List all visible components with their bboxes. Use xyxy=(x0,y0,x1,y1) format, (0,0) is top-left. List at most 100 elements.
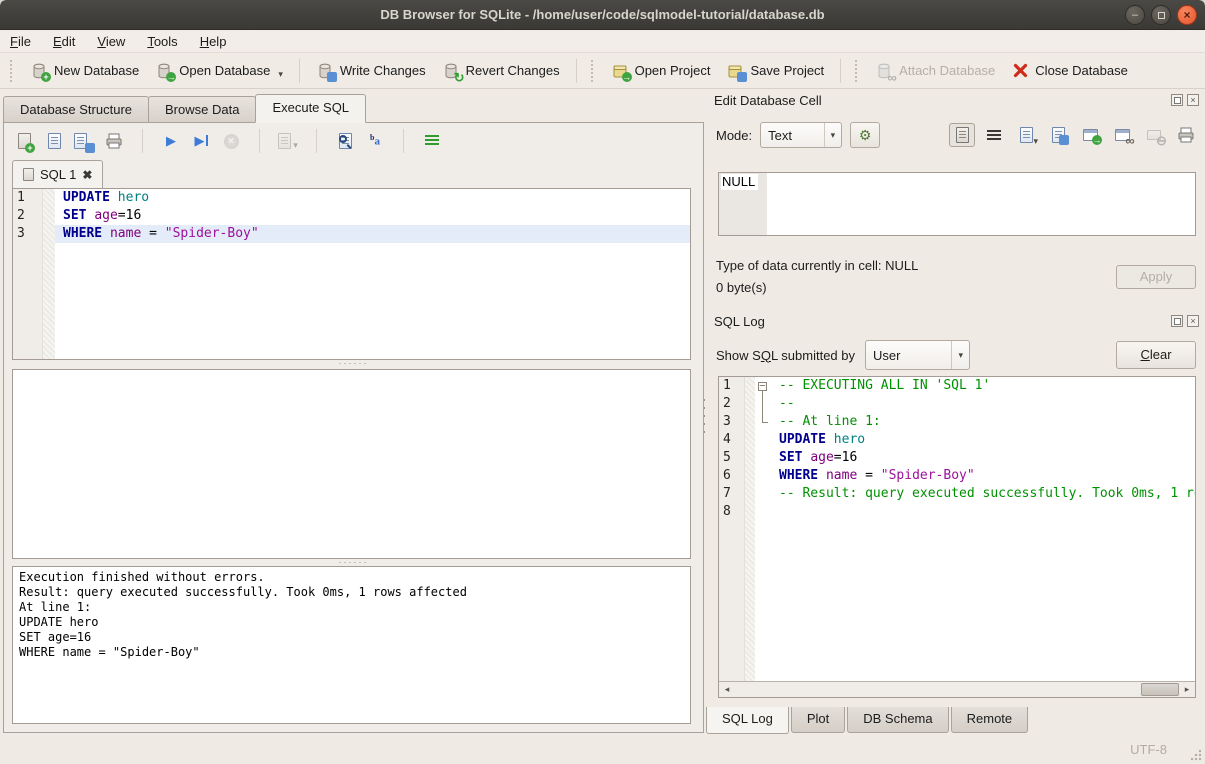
menu-view[interactable]: View xyxy=(97,34,125,49)
toolbar-handle[interactable] xyxy=(591,60,597,82)
code-line: 1UPDATE hero xyxy=(13,189,690,207)
edit-cell-title: Edit Database Cell xyxy=(714,93,822,108)
open-sql-file-icon[interactable] xyxy=(44,131,64,151)
scroll-left-icon[interactable]: ◂ xyxy=(719,684,735,695)
dock-tab-remote[interactable]: Remote xyxy=(951,707,1029,733)
word-wrap-icon[interactable] xyxy=(981,123,1007,147)
sql-log-hscrollbar[interactable]: ◂ ▸ xyxy=(719,681,1195,697)
code-line: 3WHERE name = "Spider-Boy" xyxy=(13,225,690,243)
combo-arrow-icon: ▾ xyxy=(824,123,842,147)
submitted-by-select[interactable]: User ▾ xyxy=(865,340,970,370)
open-project-button[interactable]: → Open Project xyxy=(603,58,719,84)
toolbar-handle[interactable] xyxy=(10,60,16,82)
execute-line-icon[interactable]: ▶ xyxy=(191,131,211,151)
fold-margin[interactable]: – xyxy=(755,377,771,395)
print-icon[interactable] xyxy=(104,131,124,151)
close-dock-icon[interactable]: × xyxy=(1187,94,1199,106)
open-url-icon[interactable]: ∞ xyxy=(1109,123,1135,147)
sql-file-icon xyxy=(23,168,34,181)
main-area: Database Structure Browse Data Execute S… xyxy=(0,89,1205,737)
sql-doc-tab[interactable]: SQL 1 ✖ xyxy=(12,160,103,188)
code-line: 6WHERE name = "Spider-Boy" xyxy=(719,467,1195,485)
menu-bar: File Edit View Tools Help xyxy=(0,30,1205,53)
dock-tab-sql-log[interactable]: SQL Log xyxy=(706,707,789,734)
close-button-icon[interactable]: × xyxy=(1177,5,1197,25)
cell-value-editor[interactable]: NULL xyxy=(718,172,1196,236)
close-sql-tab-icon[interactable]: ✖ xyxy=(82,168,92,182)
menu-edit[interactable]: Edit xyxy=(53,34,75,49)
resize-grip[interactable] xyxy=(1190,749,1202,761)
format-sql-icon[interactable] xyxy=(422,131,442,151)
tab-execute-sql[interactable]: Execute SQL xyxy=(255,94,366,123)
menu-file[interactable]: File xyxy=(10,34,31,49)
revert-changes-button[interactable]: ↻ Revert Changes xyxy=(434,58,568,84)
execution-log[interactable]: Execution finished without errors. Resul… xyxy=(12,566,691,724)
fold-margin xyxy=(755,395,771,413)
mode-label: Mode: xyxy=(716,128,752,143)
sql-toolbar: + ▾ ▶ ▶ × ▾ ba xyxy=(4,123,703,159)
code-line: 7-- Result: query executed successfully.… xyxy=(719,485,1195,503)
sql-editor[interactable]: 1UPDATE hero2SET age=163WHERE name = "Sp… xyxy=(12,188,691,360)
attach-database-button: ∞ Attach Database xyxy=(867,58,1003,84)
execute-all-icon[interactable]: ▶ xyxy=(161,131,181,151)
menu-tools[interactable]: Tools xyxy=(147,34,177,49)
tab-database-structure[interactable]: Database Structure xyxy=(3,96,149,123)
dock-tab-db-schema[interactable]: DB Schema xyxy=(847,707,948,733)
title-bar[interactable]: DB Browser for SQLite - /home/user/code/… xyxy=(0,0,1205,30)
close-dock-icon[interactable]: × xyxy=(1187,315,1199,327)
code-line: 2SET age=16 xyxy=(13,207,690,225)
auto-switch-mode-button[interactable]: ⚙ xyxy=(850,122,880,148)
open-database-menu-icon[interactable]: ▾ xyxy=(278,69,283,80)
open-in-app-icon[interactable]: → xyxy=(1077,123,1103,147)
replace-icon[interactable]: ba xyxy=(365,131,385,151)
cell-size-info: 0 byte(s) xyxy=(716,280,767,295)
combo-arrow-icon: ▾ xyxy=(951,341,969,369)
write-changes-button[interactable]: Write Changes xyxy=(308,58,434,84)
scrollbar-thumb[interactable] xyxy=(1141,683,1179,696)
text-mode-icon[interactable] xyxy=(949,123,975,147)
save-project-icon xyxy=(726,62,744,80)
cell-mode-row: Mode: Text ▾ ⚙ ▾ → ∞ ⊖ xyxy=(716,122,1199,148)
close-database-button[interactable]: Close Database xyxy=(1003,58,1136,84)
scroll-right-icon[interactable]: ▸ xyxy=(1179,684,1195,695)
save-sql-file-icon[interactable]: ▾ xyxy=(74,131,94,151)
gear-icon: ⚙ xyxy=(859,127,872,143)
save-project-button[interactable]: Save Project xyxy=(718,58,832,84)
tab-browse-data[interactable]: Browse Data xyxy=(148,96,256,123)
close-database-icon xyxy=(1011,62,1029,80)
minimize-button-icon[interactable]: – xyxy=(1125,5,1145,25)
float-dock-icon[interactable] xyxy=(1171,315,1183,327)
encoding-label: UTF-8 xyxy=(1130,742,1167,757)
new-sql-tab-icon[interactable]: + xyxy=(14,131,34,151)
sql-log-view[interactable]: 1–-- EXECUTING ALL IN 'SQL 1'2--3-- At l… xyxy=(719,377,1195,681)
find-icon[interactable] xyxy=(335,131,355,151)
code-line: 2-- xyxy=(719,395,1195,413)
open-database-button[interactable]: → Open Database ▾ xyxy=(147,58,291,84)
print-cell-icon[interactable] xyxy=(1173,123,1199,147)
toolbar-handle[interactable] xyxy=(855,60,861,82)
splitter-results-log[interactable]: ······ xyxy=(4,559,703,566)
edit-cell-dock-controls: × xyxy=(1171,94,1199,106)
left-panel: Database Structure Browse Data Execute S… xyxy=(0,89,706,737)
main-tab-bar: Database Structure Browse Data Execute S… xyxy=(3,94,365,123)
fold-margin xyxy=(755,485,771,503)
mode-select[interactable]: Text ▾ xyxy=(760,122,842,148)
clear-log-button[interactable]: Clear xyxy=(1116,341,1196,369)
open-database-icon: → xyxy=(155,62,173,80)
menu-help[interactable]: Help xyxy=(200,34,227,49)
new-database-button[interactable]: + New Database xyxy=(22,58,147,84)
sql-doc-tab-bar: SQL 1 ✖ xyxy=(4,159,703,188)
open-project-icon: → xyxy=(611,62,629,80)
results-pane[interactable] xyxy=(12,369,691,559)
fold-margin xyxy=(755,431,771,449)
attach-database-icon: ∞ xyxy=(875,62,893,80)
cell-toolbar: ▾ → ∞ ⊖ xyxy=(949,123,1199,147)
set-null-icon: ⊖ xyxy=(1141,123,1167,147)
float-dock-icon[interactable] xyxy=(1171,94,1183,106)
execute-sql-pane: + ▾ ▶ ▶ × ▾ ba xyxy=(3,122,704,733)
import-file-icon[interactable]: ▾ xyxy=(1013,123,1039,147)
maximize-button-icon[interactable] xyxy=(1151,5,1171,25)
splitter-editor-results[interactable]: ······ xyxy=(4,360,703,367)
dock-tab-plot[interactable]: Plot xyxy=(791,707,845,733)
export-file-icon[interactable] xyxy=(1045,123,1071,147)
